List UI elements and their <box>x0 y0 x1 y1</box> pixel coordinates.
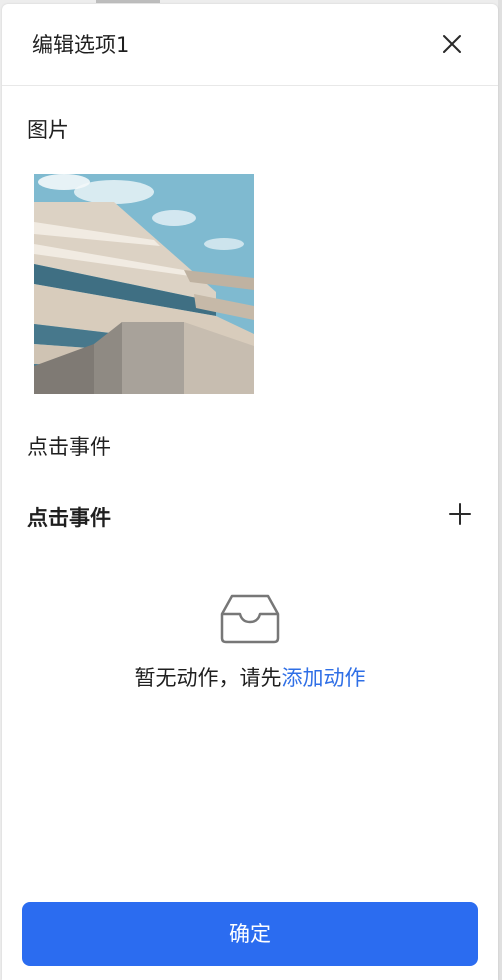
dialog-header: 编辑选项1 <box>2 4 498 86</box>
backdrop-edge <box>498 0 502 980</box>
backdrop-strip <box>96 0 160 3</box>
empty-state-text: 暂无动作，请先添加动作 <box>2 664 498 692</box>
option-image[interactable] <box>34 174 254 394</box>
dialog-title: 编辑选项1 <box>32 33 130 57</box>
plus-icon <box>449 503 471 525</box>
add-action-link[interactable]: 添加动作 <box>282 666 366 690</box>
add-action-button[interactable] <box>446 500 474 528</box>
empty-state-message: 暂无动作，请先 <box>134 666 282 690</box>
empty-inbox-icon <box>218 592 282 644</box>
edit-option-dialog: 编辑选项1 图片 点击事件 点击事件 暂无动作，请先添加动作 确定 <box>2 4 498 980</box>
confirm-button[interactable]: 确定 <box>22 902 478 966</box>
image-label: 图片 <box>27 118 69 142</box>
click-event-label: 点击事件 <box>27 435 111 459</box>
close-button[interactable] <box>434 26 470 62</box>
building-photo <box>34 174 254 394</box>
close-icon <box>443 35 461 53</box>
click-event-section-title: 点击事件 <box>27 506 111 530</box>
